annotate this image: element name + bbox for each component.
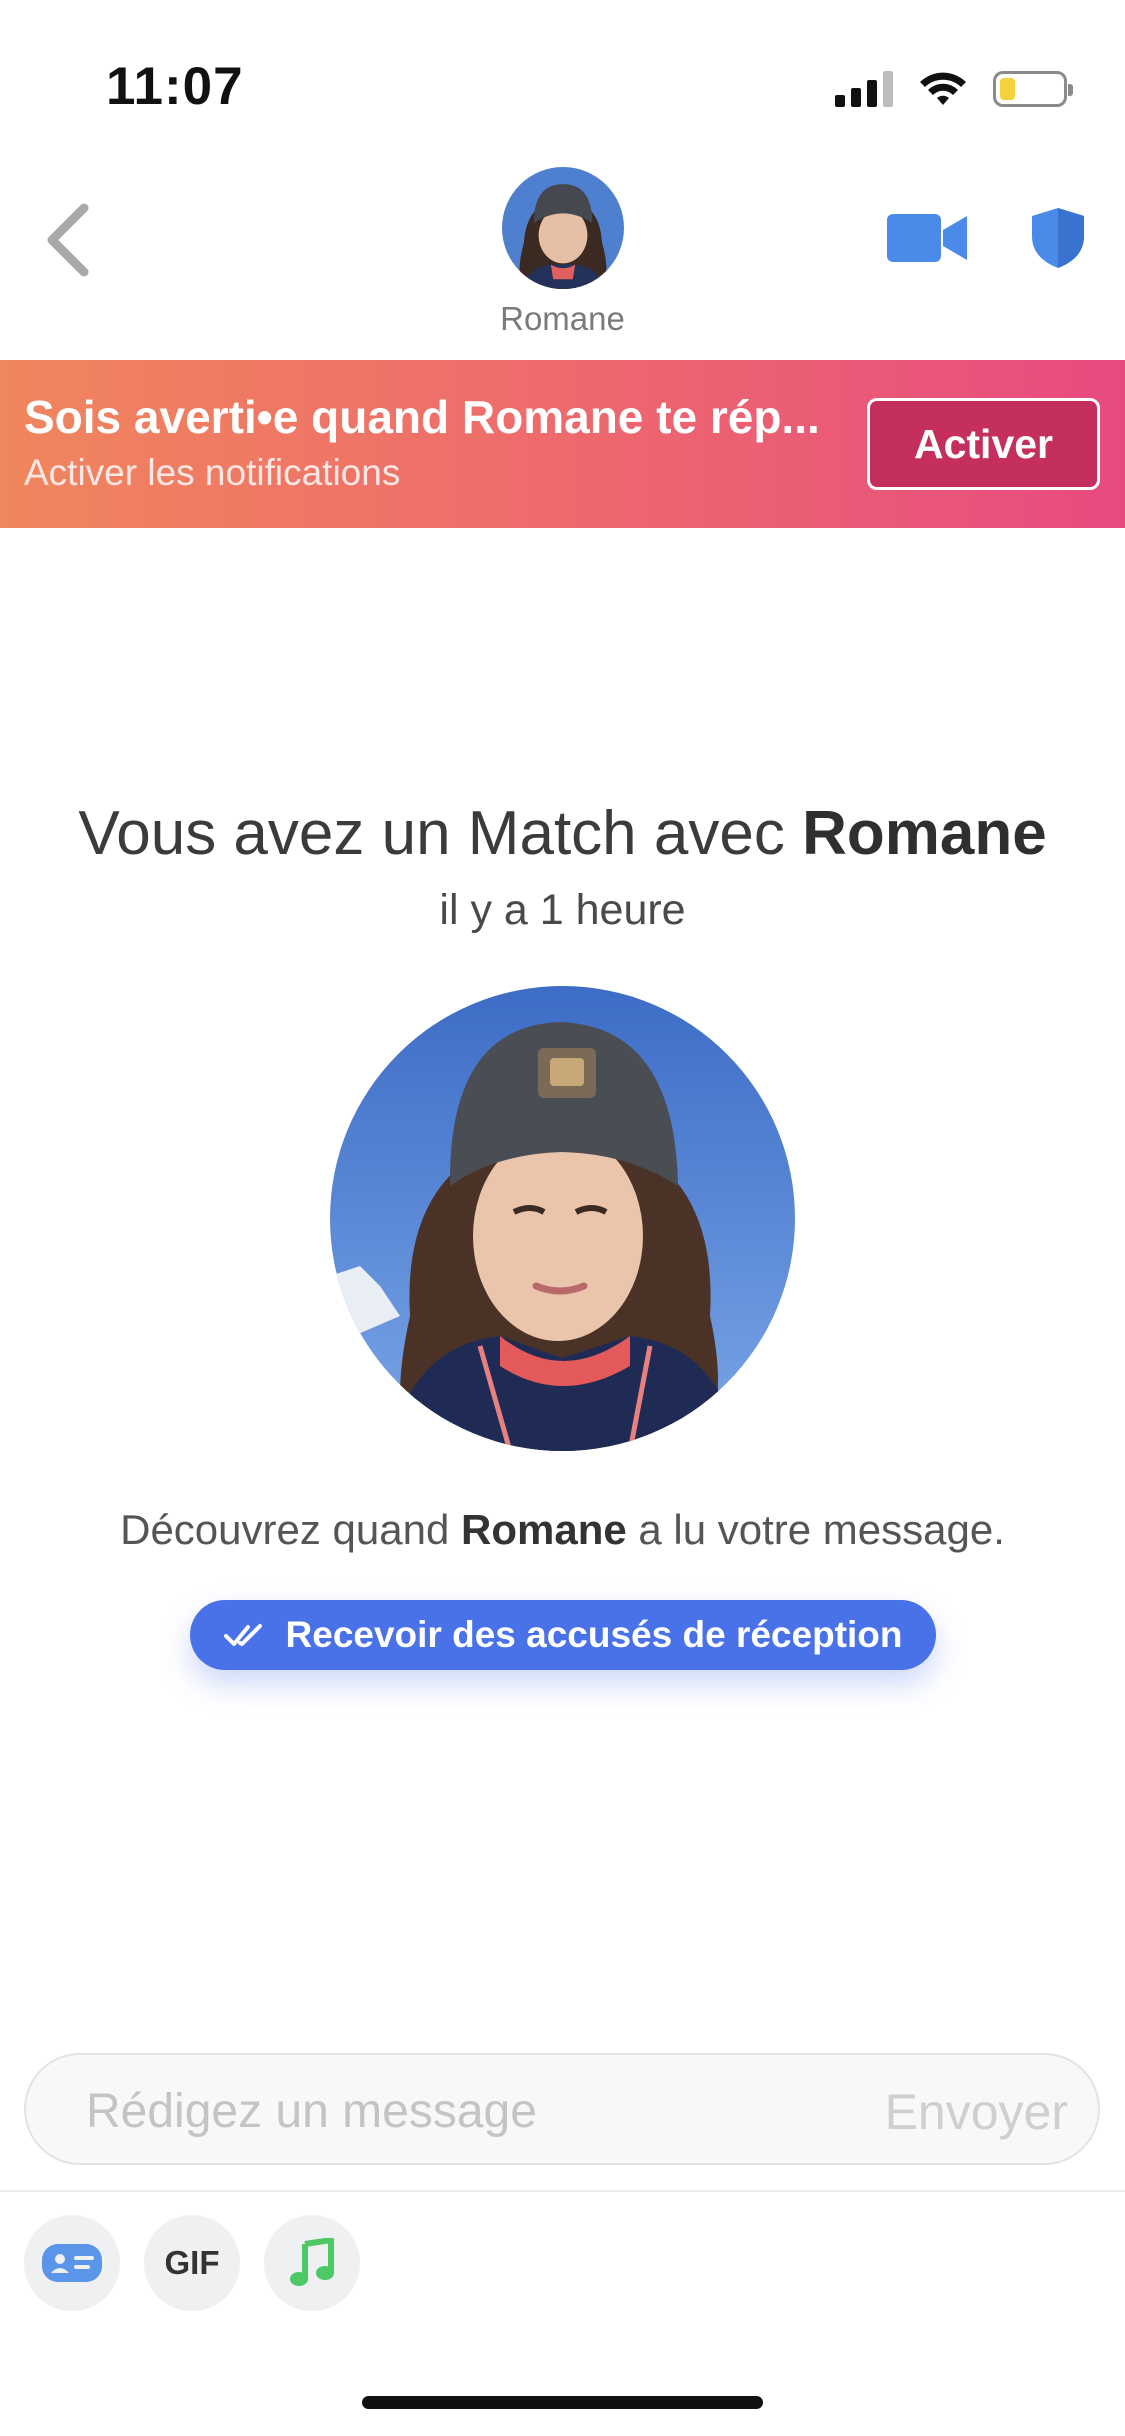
match-time: il y a 1 heure	[439, 886, 686, 934]
video-call-icon[interactable]	[887, 210, 967, 266]
message-input[interactable]	[86, 2083, 786, 2139]
double-check-icon	[223, 1624, 262, 1646]
status-time: 11:07	[106, 57, 244, 116]
message-composer: Envoyer	[24, 2053, 1100, 2165]
status-icons	[835, 66, 1073, 112]
music-note-icon	[290, 2238, 334, 2286]
gif-label: GIF	[164, 2244, 220, 2281]
read-receipts-name: Romane	[461, 1506, 627, 1553]
header-avatar[interactable]	[502, 167, 624, 289]
header-contact-name: Romane	[500, 300, 625, 337]
contact-card-button[interactable]	[24, 2215, 120, 2311]
contact-card-icon	[42, 2244, 102, 2282]
read-receipts-button-label: Recevoir des accusés de réception	[285, 1614, 903, 1655]
read-receipts-button[interactable]: Recevoir des accusés de réception	[190, 1600, 936, 1670]
cellular-signal-icon	[835, 71, 893, 107]
composer-divider	[0, 2190, 1125, 2192]
match-title-prefix: Vous avez un Match avec	[78, 799, 803, 868]
battery-icon	[993, 71, 1073, 107]
match-title: Vous avez un Match avec Romane	[0, 798, 1125, 869]
banner-title: Sois averti•e quand Romane te rép...	[24, 391, 820, 443]
read-receipts-text: Découvrez quand Romane a lu votre messag…	[0, 1506, 1125, 1554]
send-button[interactable]: Envoyer	[885, 2083, 1068, 2141]
match-title-name: Romane	[802, 799, 1047, 868]
match-profile-photo[interactable]	[330, 986, 795, 1451]
wifi-icon	[920, 72, 966, 105]
read-receipts-prefix: Découvrez quand	[120, 1506, 461, 1553]
back-chevron-icon[interactable]	[40, 200, 100, 280]
activate-notifications-button[interactable]: Activer	[867, 398, 1100, 490]
read-receipts-suffix: a lu votre message.	[626, 1506, 1005, 1553]
notification-banner: Sois averti•e quand Romane te rép... Act…	[0, 360, 1125, 528]
music-button[interactable]	[264, 2215, 360, 2311]
safety-shield-icon[interactable]	[1030, 206, 1086, 270]
gif-button[interactable]: GIF	[144, 2215, 240, 2311]
battery-level	[1000, 78, 1015, 100]
banner-subtitle: Activer les notifications	[24, 452, 401, 493]
home-indicator[interactable]	[362, 2396, 763, 2409]
